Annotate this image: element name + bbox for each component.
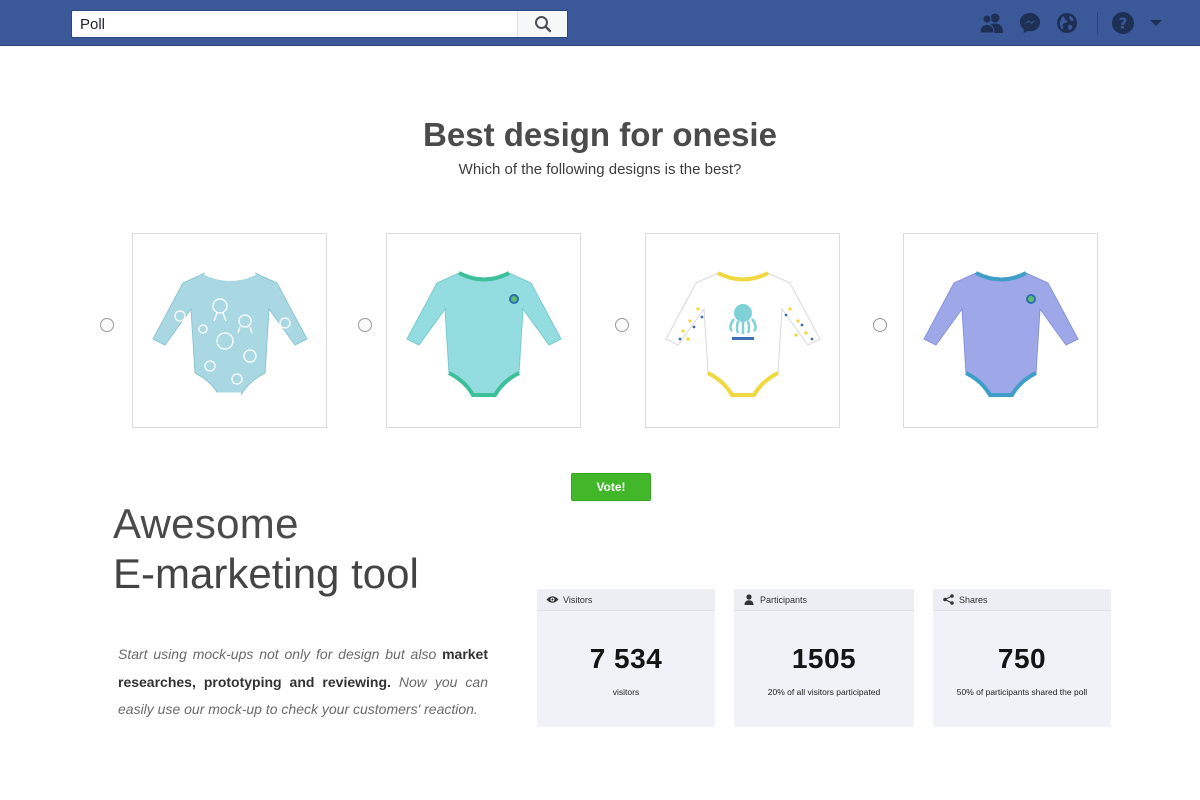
eye-icon	[545, 594, 559, 606]
stat-caption: 20% of all visitors participated	[767, 687, 881, 697]
svg-text:?: ?	[1119, 15, 1128, 33]
stat-value: 1505	[791, 643, 857, 674]
search-icon	[534, 16, 551, 33]
caret-down-icon[interactable]	[1144, 11, 1168, 35]
option-3-radio[interactable]	[615, 318, 629, 332]
stat-label: Visitors	[563, 594, 593, 605]
option-2-card[interactable]	[386, 233, 581, 428]
stat-header: Shares	[933, 589, 1111, 611]
search-input[interactable]	[72, 11, 517, 37]
friends-icon[interactable]	[979, 11, 1005, 35]
person-icon	[742, 594, 756, 606]
onesie-octopus-image	[664, 270, 821, 397]
help-icon[interactable]: ?	[1110, 11, 1136, 35]
stat-card-shares: Shares 750 50% of participants shared th…	[933, 589, 1111, 727]
stat-value: 750	[997, 643, 1047, 674]
messenger-icon[interactable]	[1017, 11, 1043, 35]
search-button[interactable]	[517, 11, 567, 37]
marketing-description: Start using mock-ups not only for design…	[118, 641, 488, 724]
onesie-turquoise-image	[405, 270, 562, 397]
stat-caption: 50% of participants shared the poll	[956, 687, 1088, 697]
option-1-card[interactable]	[132, 233, 327, 428]
stat-card-visitors: Visitors 7 534 visitors	[537, 589, 715, 727]
stat-caption: visitors	[612, 687, 640, 697]
stat-value: 7 534	[589, 643, 663, 674]
onesie-sea-print-image	[151, 270, 308, 397]
share-icon	[941, 594, 955, 606]
nav-divider	[1097, 12, 1098, 34]
search-box	[71, 10, 568, 38]
option-4-card[interactable]	[903, 233, 1098, 428]
marketing-heading-line1: Awesome	[113, 500, 299, 547]
stat-header: Participants	[734, 589, 914, 611]
stat-label: Participants	[760, 594, 808, 605]
option-1-radio[interactable]	[100, 318, 114, 332]
stat-label: Shares	[959, 594, 988, 605]
onesie-lavender-image	[922, 270, 1079, 397]
top-navigation-bar: ?	[0, 0, 1200, 46]
stat-card-participants: Participants 1505 20% of all visitors pa…	[734, 589, 914, 727]
marketing-body-part1: Start using mock-ups not only for design…	[118, 646, 443, 662]
poll-title: Best design for onesie	[423, 116, 777, 153]
stat-header: Visitors	[537, 589, 715, 611]
globe-icon[interactable]	[1054, 11, 1080, 35]
marketing-heading-line2: E-marketing tool	[113, 550, 419, 597]
option-2-radio[interactable]	[358, 318, 372, 332]
option-3-card[interactable]	[645, 233, 840, 428]
vote-button[interactable]: Vote!	[571, 473, 651, 501]
poll-question: Which of the following designs is the be…	[458, 161, 742, 178]
option-4-radio[interactable]	[873, 318, 887, 332]
